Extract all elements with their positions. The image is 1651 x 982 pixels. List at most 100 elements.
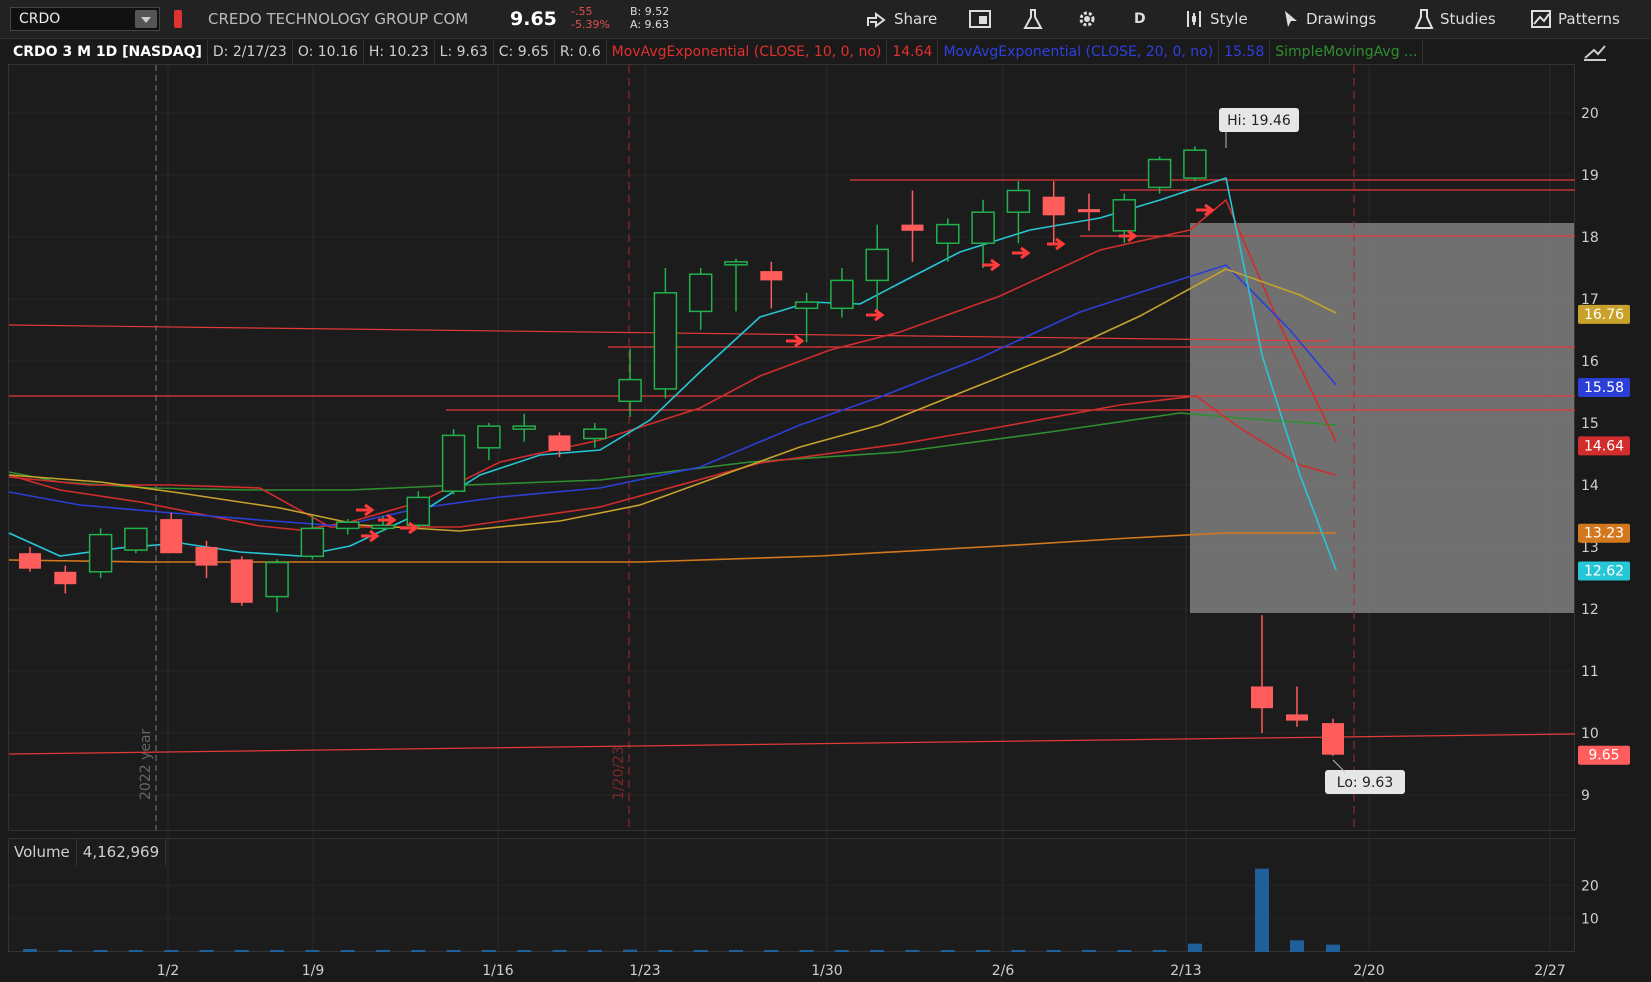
y-tick-label: 15	[1581, 416, 1599, 432]
volume-bar	[940, 950, 955, 952]
volume-bar	[1290, 940, 1304, 952]
x-tick-label: 1/23	[629, 963, 660, 979]
candle	[512, 413, 536, 442]
y-tick-label: 9	[1581, 788, 1590, 804]
candle-body-down	[1322, 723, 1344, 755]
candle-body-up	[477, 425, 501, 449]
candle-body-up	[971, 211, 995, 244]
candle-body-up	[335, 521, 360, 530]
price-tag-label: 12.62	[1584, 564, 1624, 580]
candle-body-up	[618, 378, 642, 403]
price-tag-label: 13.23	[1584, 526, 1624, 542]
volume-bar	[729, 950, 743, 952]
candle	[971, 199, 995, 268]
candle-body-up	[688, 273, 713, 313]
candle	[1147, 156, 1172, 194]
x-tick-label: 2/20	[1353, 963, 1384, 979]
volume-bar	[905, 949, 920, 952]
candle	[300, 516, 325, 560]
volume-bar	[1117, 950, 1132, 952]
signal-arrow-icon	[982, 258, 1001, 272]
candle	[54, 565, 77, 594]
candle-body-up	[1147, 158, 1172, 189]
volume-bar	[128, 950, 143, 952]
volume-bar	[234, 950, 249, 952]
volume-bar	[976, 950, 991, 952]
volume-bar	[1255, 868, 1269, 952]
ema10-line-bottom	[8, 395, 1337, 528]
candle	[901, 190, 924, 262]
x-tick-label: 2/13	[1170, 963, 1201, 979]
candle	[1183, 146, 1207, 182]
y-tick-label: 10	[1581, 726, 1599, 742]
candle-body-up	[936, 223, 960, 244]
candle	[936, 218, 960, 262]
signal-arrow-icon	[1012, 246, 1031, 260]
candle	[830, 268, 854, 318]
candle	[19, 547, 41, 572]
signal-arrow-icon	[786, 334, 805, 348]
volume-bar	[1187, 943, 1202, 952]
price-tag-label: 14.64	[1584, 438, 1624, 454]
candle-body-up	[441, 434, 466, 492]
price-tag-label: 9.65	[1588, 748, 1619, 764]
candle	[583, 423, 607, 448]
x-tick-label: 1/2	[157, 963, 180, 979]
volume-bar	[623, 949, 638, 952]
x-tick-label: 2/27	[1534, 963, 1565, 979]
candle-body-up	[1183, 149, 1207, 179]
candle-body-up	[265, 561, 289, 598]
candle-body-down	[54, 571, 77, 585]
y-tick-label: 20	[1581, 106, 1599, 122]
y-tick-label: 18	[1581, 230, 1599, 246]
x-tick-label: 1/9	[302, 963, 325, 979]
candle	[760, 261, 783, 309]
candle	[265, 559, 289, 613]
volume-bar	[340, 950, 355, 952]
volume-bar	[764, 950, 779, 952]
hi-label: Hi: 19.46	[1219, 108, 1299, 132]
date-marker-label: 1/20/23	[611, 746, 627, 800]
hi-label-text: Hi: 19.46	[1227, 113, 1291, 129]
volume-bar	[552, 950, 567, 952]
volume-tick-label: 20	[1581, 878, 1599, 894]
candle-body-up	[371, 524, 395, 530]
lo-label: Lo: 9.63	[1325, 770, 1405, 794]
candle	[1322, 718, 1344, 756]
draw-tool-icon[interactable]	[1582, 42, 1608, 64]
signal-arrow-icon	[866, 308, 885, 322]
volume-bar	[305, 950, 320, 952]
volume-bar	[93, 950, 108, 952]
price-chart[interactable]: 910111213141516171819201/2 1/9 1/16 1/23 1/3…	[0, 0, 1651, 982]
candle	[88, 528, 113, 578]
candle-body-up	[1112, 199, 1137, 232]
volume-bar	[587, 950, 602, 952]
y-tick-label: 19	[1581, 168, 1599, 184]
volume-bar	[446, 950, 461, 952]
candle-body-down	[1042, 196, 1065, 216]
candle	[160, 512, 183, 554]
candle-body-down	[760, 271, 783, 281]
candle-body-down	[19, 553, 41, 569]
volume-bar	[834, 950, 849, 952]
candle-body-up	[724, 261, 748, 266]
candle-body-up	[794, 301, 819, 310]
y-tick-label: 16	[1581, 354, 1599, 370]
volume-bar	[1152, 950, 1167, 952]
candle	[230, 556, 253, 606]
candle-body-down	[1078, 209, 1100, 213]
volume-bar	[1046, 950, 1061, 952]
sma-green-line	[8, 412, 1337, 491]
x-tick-label: 1/16	[482, 963, 514, 979]
candle-body-up	[512, 425, 536, 430]
candle-body-up	[865, 248, 889, 282]
volume-bar	[517, 950, 532, 952]
candle-body-down	[160, 519, 183, 554]
volume-bar	[199, 950, 214, 952]
candle-body-down	[195, 547, 218, 566]
signal-arrow-icon	[356, 503, 375, 517]
candle-body-down	[548, 435, 571, 451]
candle-body-up	[1006, 189, 1031, 213]
price-tag-label: 15.58	[1584, 380, 1624, 396]
signal-arrow-icon	[1047, 237, 1066, 251]
